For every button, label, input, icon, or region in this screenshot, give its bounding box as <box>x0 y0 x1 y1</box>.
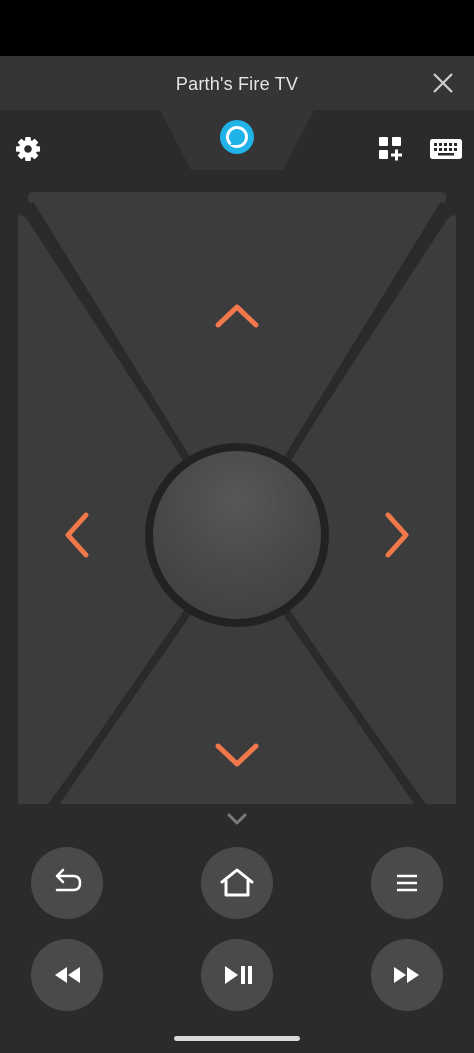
keyboard-button[interactable] <box>427 134 465 164</box>
close-icon <box>433 73 453 93</box>
chevron-down-icon <box>215 743 259 767</box>
dpad-up-button[interactable] <box>210 297 264 335</box>
play-pause-button[interactable] <box>201 939 273 1011</box>
back-button[interactable] <box>31 847 103 919</box>
menu-button[interactable] <box>371 847 443 919</box>
fast-forward-icon <box>394 967 419 983</box>
dpad-right-button[interactable] <box>377 508 417 562</box>
dpad-down-button[interactable] <box>210 736 264 774</box>
back-arrow-icon <box>55 868 82 892</box>
hamburger-menu-icon <box>397 874 417 892</box>
chevron-up-icon <box>215 304 259 328</box>
fast-forward-button[interactable] <box>371 939 443 1011</box>
close-button[interactable] <box>426 68 460 100</box>
home-icon <box>220 868 254 897</box>
apps-button[interactable] <box>374 132 408 166</box>
device-title: Parth's Fire TV <box>175 74 299 94</box>
alexa-button[interactable] <box>217 117 257 157</box>
gear-icon <box>16 137 40 161</box>
alexa-icon <box>220 120 254 154</box>
rewind-icon <box>55 967 80 983</box>
dpad-left-button[interactable] <box>57 508 97 562</box>
select-button-face <box>153 451 321 619</box>
chevron-down-icon <box>227 813 247 825</box>
apps-add-icon <box>379 137 402 161</box>
status-bar <box>0 0 474 56</box>
play-pause-icon <box>225 966 252 984</box>
collapse-button[interactable] <box>222 808 252 830</box>
gesture-nav-handle[interactable] <box>174 1036 300 1041</box>
rewind-button[interactable] <box>31 939 103 1011</box>
select-button[interactable] <box>145 443 329 627</box>
chevron-left-icon <box>65 512 89 558</box>
home-button[interactable] <box>201 847 273 919</box>
keyboard-icon <box>430 139 462 159</box>
settings-button[interactable] <box>10 132 46 166</box>
chevron-right-icon <box>385 512 409 558</box>
